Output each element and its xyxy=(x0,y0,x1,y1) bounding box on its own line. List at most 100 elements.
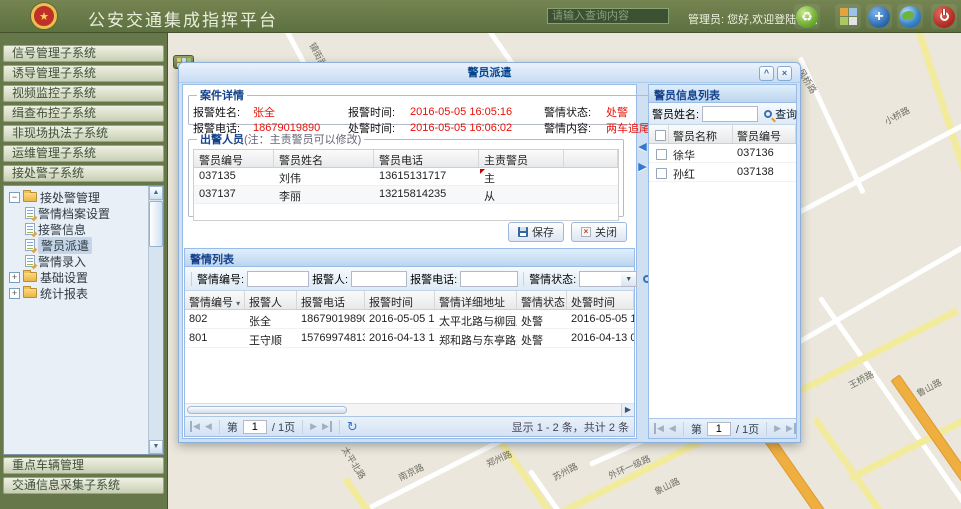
next-page-button[interactable]: ▶ xyxy=(774,423,781,434)
cell-report-time: 2016-05-05 16:... xyxy=(365,310,435,328)
table-row[interactable]: 徐华 037136 xyxy=(649,144,796,163)
table-row[interactable]: 孙红 037138 xyxy=(649,163,796,182)
column-header[interactable]: 处警时间 xyxy=(567,291,634,309)
status-select[interactable]: ▼ xyxy=(579,271,637,287)
tree-node-officer-dispatch[interactable]: 警员派遣 xyxy=(6,237,163,253)
cell-lead-flag[interactable]: 主 xyxy=(479,168,564,185)
column-header[interactable]: 警情状态 xyxy=(517,291,567,309)
row-checkbox[interactable] xyxy=(656,149,667,160)
window-close-button[interactable]: × xyxy=(777,66,792,81)
logout-button[interactable] xyxy=(931,4,957,29)
map-mode-button[interactable] xyxy=(897,4,923,29)
chevron-down-icon[interactable]: ▼ xyxy=(621,271,637,287)
tree-node-receive-info[interactable]: 接警信息 xyxy=(6,221,163,237)
grid-header-row: 警员编号 警员姓名 警员电话 主责警员 xyxy=(194,150,618,168)
row-checkbox[interactable] xyxy=(656,168,667,179)
cell-lead-flag[interactable]: 从 xyxy=(479,186,564,203)
window-title[interactable]: 警员派遣 xyxy=(179,63,800,83)
alert-id-input[interactable] xyxy=(247,271,309,287)
add-button[interactable]: + xyxy=(866,4,892,29)
tree-node-statistics[interactable]: + 统计报表 xyxy=(6,285,163,301)
tree-node-alert-entry[interactable]: 警情录入 xyxy=(6,253,163,269)
scrollbar-thumb[interactable] xyxy=(187,406,347,414)
first-page-button[interactable]: ◀ xyxy=(654,423,664,434)
map-road-label: 苏州路 xyxy=(550,459,580,483)
map-road-label: 小桥路 xyxy=(882,103,912,127)
sidebar-item-patrol[interactable]: 缉查布控子系统 xyxy=(3,105,164,122)
scroll-right-icon[interactable]: ▶ xyxy=(621,404,634,416)
tree-node-basic-settings[interactable]: + 基础设置 xyxy=(6,269,163,285)
last-page-button[interactable]: ▶ xyxy=(322,421,332,432)
tree-node-dispatch-mgmt[interactable]: − 接处警管理 xyxy=(6,189,163,205)
phone-input[interactable] xyxy=(460,271,518,287)
sidebar-item-ops[interactable]: 运维管理子系统 xyxy=(3,145,164,162)
checkbox-cell xyxy=(649,163,669,181)
column-header[interactable]: 警员编号 xyxy=(733,125,796,143)
scroll-down-icon[interactable]: ▼ xyxy=(149,440,163,454)
grid-empty-area xyxy=(649,182,796,418)
apps-grid-button[interactable] xyxy=(835,4,861,29)
dispatch-officers-fieldset: 出警人员(注：主责警员可以修改) 警员编号 警员姓名 警员电话 主责警员 037… xyxy=(188,131,624,217)
table-row[interactable]: 037137 李丽 13215814235 从 xyxy=(194,186,618,204)
sidebar-item-traffic-info[interactable]: 交通信息采集子系统 xyxy=(3,477,164,494)
column-header[interactable]: 主责警员 xyxy=(479,150,564,167)
sidebar-item-guidance[interactable]: 诱导管理子系统 xyxy=(3,65,164,82)
page-number-input[interactable] xyxy=(707,422,731,436)
table-row[interactable]: 037135 刘伟 13615131717 主 xyxy=(194,168,618,186)
officer-paging-toolbar: ◀ ◀ 第 / 1页 ▶ ▶ xyxy=(649,418,796,438)
sidebar-item-offsite[interactable]: 非现场执法子系统 xyxy=(3,125,164,142)
window-collapse-button[interactable]: ^ xyxy=(759,66,774,81)
column-header[interactable]: 警员电话 xyxy=(374,150,479,167)
save-button-label: 保存 xyxy=(532,224,554,240)
table-row[interactable]: 801 王守顺 15769974813 2016-04-13 12:... 郑和… xyxy=(185,329,634,348)
prev-page-button[interactable]: ◀ xyxy=(669,423,676,434)
column-header[interactable]: 警情详细地址 xyxy=(435,291,517,309)
scrollbar-thumb[interactable] xyxy=(149,201,163,247)
collapse-minus-icon[interactable]: − xyxy=(9,192,20,203)
select-all-checkbox[interactable] xyxy=(655,130,666,141)
sidebar-item-signal[interactable]: 信号管理子系统 xyxy=(3,45,164,62)
last-page-button[interactable]: ▶ xyxy=(786,423,796,434)
sidebar-item-dispatch-system[interactable]: 接处警子系统 xyxy=(3,165,164,182)
column-header[interactable]: 警员编号 xyxy=(194,150,274,167)
table-row[interactable]: 802 张全 18679019890 2016-05-05 16:... 太平北… xyxy=(185,310,634,329)
page-number-input[interactable] xyxy=(243,420,267,434)
column-header[interactable]: 报警电话 xyxy=(297,291,365,309)
column-header[interactable]: 警员姓名 xyxy=(274,150,374,167)
apps-grid-icon xyxy=(840,8,857,25)
save-button[interactable]: 保存 xyxy=(508,222,564,242)
tree-scrollbar[interactable]: ▲ ▼ xyxy=(148,186,163,454)
expand-plus-icon[interactable]: + xyxy=(9,288,20,299)
tree-node-alert-archive[interactable]: 警情档案设置 xyxy=(6,205,163,221)
tree-node-label: 基础设置 xyxy=(40,269,88,286)
plus-icon: + xyxy=(868,6,890,28)
horizontal-scrollbar[interactable]: ▶ xyxy=(185,403,634,416)
refresh-icon[interactable]: ↻ xyxy=(347,419,358,435)
column-header[interactable]: 报警人 xyxy=(245,291,297,309)
transfer-right-button[interactable]: ▶ xyxy=(637,160,648,173)
sidebar-item-key-vehicles[interactable]: 重点车辆管理 xyxy=(3,457,164,474)
filter-label: 警员姓名: xyxy=(652,106,699,122)
status-select-input[interactable] xyxy=(579,271,621,287)
global-search-input[interactable] xyxy=(547,8,669,24)
column-header[interactable]: 警员名称 xyxy=(669,125,733,143)
column-header[interactable]: 报警时间 xyxy=(365,291,435,309)
recycle-button[interactable]: ♻ xyxy=(794,4,820,29)
officer-name-input[interactable] xyxy=(702,106,758,122)
page-icon xyxy=(25,239,35,251)
case-region: 案件详情 报警姓名: 张全 报警时间: 2016-05-05 16:05:16 … xyxy=(182,84,637,439)
caller-input[interactable] xyxy=(351,271,407,287)
cell-handle-time: 2016-05-05 16:06... xyxy=(567,310,634,328)
transfer-left-button[interactable]: ◀ xyxy=(637,140,648,153)
first-page-button[interactable]: ◀ xyxy=(190,421,200,432)
close-button[interactable]: × 关闭 xyxy=(571,222,627,242)
prev-page-button[interactable]: ◀ xyxy=(205,421,212,432)
scroll-up-icon[interactable]: ▲ xyxy=(149,186,163,200)
officer-search-button[interactable]: 查询 xyxy=(761,106,800,122)
sidebar-accordion: 信号管理子系统 诱导管理子系统 视频监控子系统 缉查布控子系统 非现场执法子系统… xyxy=(0,33,168,509)
sidebar-item-video[interactable]: 视频监控子系统 xyxy=(3,85,164,102)
expand-plus-icon[interactable]: + xyxy=(9,272,20,283)
column-header-sorted[interactable]: 警情编号 ▾ xyxy=(185,291,245,309)
globe-icon xyxy=(899,6,921,28)
next-page-button[interactable]: ▶ xyxy=(310,421,317,432)
